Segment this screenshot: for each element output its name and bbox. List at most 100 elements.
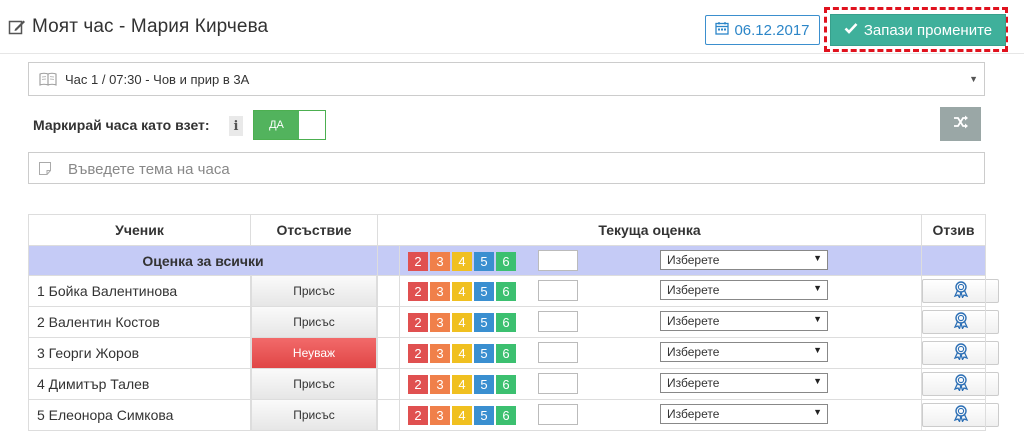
grade-chip-3[interactable]: 3 <box>430 344 450 363</box>
grade-chip-2[interactable]: 2 <box>408 344 428 363</box>
grade-chip-3[interactable]: 3 <box>430 282 450 301</box>
grade-input[interactable] <box>538 311 578 332</box>
grade-chip-3[interactable]: 3 <box>430 375 450 394</box>
review-cell <box>921 399 1000 431</box>
grade-chip-4[interactable]: 4 <box>452 344 472 363</box>
title-group: Моят час - Мария Кирчева <box>8 16 268 38</box>
grade-cell: 2 3 4 5 6 Изберете ▼ <box>398 306 923 338</box>
grade-chip-6[interactable]: 6 <box>496 406 516 425</box>
grade-chip-group: 23456 <box>408 406 516 425</box>
grade-type-select[interactable]: Изберете ▼ <box>660 250 828 270</box>
review-button[interactable] <box>922 310 1000 334</box>
lesson-select[interactable]: Час 1 / 07:30 - Чов и прир в 3А ▼ <box>28 62 985 96</box>
grade-chip-2[interactable]: 2 <box>408 375 428 394</box>
mark-taken-label: Маркирай часа като взет: <box>33 117 210 133</box>
grade-chip-2[interactable]: 2 <box>408 282 428 301</box>
grade-type-select-value: Изберете <box>667 407 720 421</box>
chevron-down-icon: ▼ <box>813 253 822 263</box>
grade-chip-3[interactable]: 3 <box>430 252 450 271</box>
grade-input[interactable] <box>538 342 578 363</box>
students-table: Ученик Отсъствие Текуща оценка Отзив Оце… <box>28 214 1000 431</box>
grade-chip-group: 23456 <box>408 252 516 271</box>
grade-input[interactable] <box>538 250 578 271</box>
absence-button[interactable]: Присъс <box>251 400 377 430</box>
absence-button[interactable]: Присъс <box>251 369 377 399</box>
grade-chip-5[interactable]: 5 <box>474 313 494 332</box>
award-icon <box>952 342 970 365</box>
shuffle-button[interactable] <box>940 107 981 141</box>
grade-cell: 2 3 4 5 6 Изберете ▼ <box>398 275 923 307</box>
grade-chip-4[interactable]: 4 <box>452 375 472 394</box>
grade-type-select[interactable]: Изберете ▼ <box>660 311 828 331</box>
table-row: 4 Димитър Талев Присъс 2 3 4 5 6 Изберете ▼ <box>28 368 1000 400</box>
review-button[interactable] <box>922 279 1000 303</box>
grade-type-select[interactable]: Изберете ▼ <box>660 342 828 362</box>
student-name: 3 Георги Жоров <box>28 337 251 369</box>
grade-chip-4[interactable]: 4 <box>452 406 472 425</box>
review-empty-cell <box>921 245 987 276</box>
review-button[interactable] <box>922 341 1000 365</box>
table-row: 3 Георги Жоров Неуваж 2 3 4 5 6 Изберете ▼ <box>28 337 1000 369</box>
topic-input[interactable] <box>66 157 970 181</box>
table-row: 2 Валентин Костов Присъс 2 3 4 5 6 Изберете ▼ <box>28 306 1000 338</box>
info-icon[interactable]: i <box>229 116 243 136</box>
table-spacer-cell <box>377 306 400 338</box>
grade-chip-group: 23456 <box>408 282 516 301</box>
grade-all-row: Оценка за всички 2 3 4 5 6 Изберете ▼ <box>28 245 987 276</box>
grade-chip-4[interactable]: 4 <box>452 252 472 271</box>
column-header-current-grade: Текуща оценка <box>376 214 923 246</box>
review-button[interactable] <box>922 403 1000 427</box>
table-spacer-cell <box>377 337 400 369</box>
grade-chip-6[interactable]: 6 <box>496 282 516 301</box>
grade-chip-group: 23456 <box>408 375 516 394</box>
grade-chip-6[interactable]: 6 <box>496 313 516 332</box>
student-name: 2 Валентин Костов <box>28 306 251 338</box>
date-picker-button[interactable]: 06.12.2017 <box>705 15 820 45</box>
student-name: 1 Бойка Валентинова <box>28 275 251 307</box>
grade-chip-3[interactable]: 3 <box>430 406 450 425</box>
table-spacer-cell <box>377 245 400 276</box>
grade-chip-4[interactable]: 4 <box>452 282 472 301</box>
grade-chip-3[interactable]: 3 <box>430 313 450 332</box>
grade-chip-2[interactable]: 2 <box>408 313 428 332</box>
grade-chip-5[interactable]: 5 <box>474 252 494 271</box>
absence-button[interactable]: Присъс <box>251 276 377 306</box>
absence-cell: Присъс <box>250 399 378 431</box>
grade-chip-5[interactable]: 5 <box>474 344 494 363</box>
shuffle-icon <box>953 114 969 135</box>
table-row: 1 Бойка Валентинова Присъс 2 3 4 5 6 Изберете ▼ <box>28 275 1000 307</box>
absence-cell: Присъс <box>250 368 378 400</box>
mark-taken-toggle[interactable]: ДА <box>253 110 326 140</box>
topic-field[interactable] <box>28 152 985 184</box>
review-cell <box>921 337 1000 369</box>
grade-chip-6[interactable]: 6 <box>496 344 516 363</box>
grade-type-select[interactable]: Изберете ▼ <box>660 373 828 393</box>
check-icon <box>844 21 858 39</box>
grade-input[interactable] <box>538 373 578 394</box>
grade-all-label: Оценка за всички <box>28 245 378 276</box>
grade-chip-5[interactable]: 5 <box>474 375 494 394</box>
review-button[interactable] <box>922 372 1000 396</box>
grade-type-select[interactable]: Изберете ▼ <box>660 280 828 300</box>
absence-button[interactable]: Неуваж <box>251 338 377 368</box>
save-changes-button[interactable]: Запази промените <box>830 14 1006 46</box>
grade-chip-2[interactable]: 2 <box>408 252 428 271</box>
grade-type-select-value: Изберете <box>667 376 720 390</box>
absence-cell: Присъс <box>250 275 378 307</box>
grade-chip-2[interactable]: 2 <box>408 406 428 425</box>
lesson-select-value: Час 1 / 07:30 - Чов и прир в 3А <box>65 71 250 87</box>
grade-type-select[interactable]: Изберете ▼ <box>660 404 828 424</box>
grade-chip-6[interactable]: 6 <box>496 375 516 394</box>
grade-input[interactable] <box>538 280 578 301</box>
grade-all-cell: 2 3 4 5 6 Изберете ▼ <box>398 245 923 276</box>
grade-chip-5[interactable]: 5 <box>474 282 494 301</box>
grade-chip-5[interactable]: 5 <box>474 406 494 425</box>
date-label: 06.12.2017 <box>734 21 810 39</box>
grade-type-select-value: Изберете <box>667 345 720 359</box>
grade-type-select-value: Изберете <box>667 314 720 328</box>
absence-button[interactable]: Присъс <box>251 307 377 337</box>
grade-chip-6[interactable]: 6 <box>496 252 516 271</box>
grade-chip-4[interactable]: 4 <box>452 313 472 332</box>
absence-cell: Неуваж <box>250 337 378 369</box>
grade-input[interactable] <box>538 404 578 425</box>
